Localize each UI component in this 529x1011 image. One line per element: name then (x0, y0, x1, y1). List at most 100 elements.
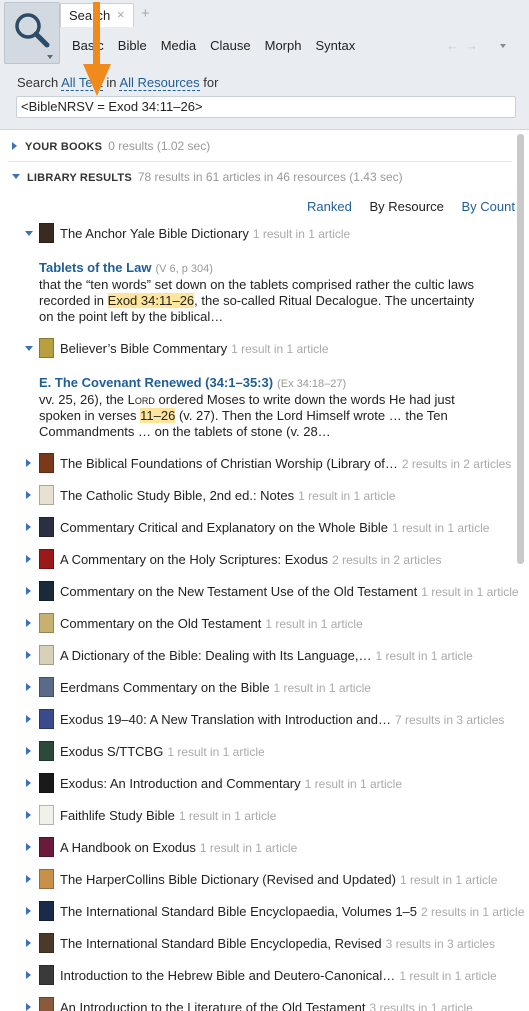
expand-icon[interactable] (26, 619, 31, 627)
search-tool-button[interactable] (4, 2, 60, 64)
scope-resources-link[interactable]: All Resources (119, 75, 200, 91)
resource-title-line: An Introduction to the Literature of the… (60, 1000, 473, 1011)
resource-title[interactable]: Exodus S/TTCBG (60, 744, 163, 759)
close-icon[interactable]: × (117, 7, 125, 22)
resource-row[interactable]: A Commentary on the Holy Scriptures: Exo… (0, 547, 515, 573)
resource-title[interactable]: Eerdmans Commentary on the Bible (60, 680, 270, 695)
book-cover-icon (39, 338, 54, 358)
resource-row[interactable]: Commentary Critical and Explanatory on t… (0, 515, 515, 541)
resource-row[interactable]: The International Standard Bible Encyclo… (0, 931, 515, 957)
add-tab-icon[interactable]: + (141, 5, 150, 22)
result-count: 7 results in 3 articles (394, 713, 505, 727)
expand-icon[interactable] (26, 843, 31, 851)
resource-row[interactable]: The HarperCollins Bible Dictionary (Revi… (0, 867, 515, 893)
snippet-heading-link[interactable]: E. The Covenant Renewed (34:1–35:3) (39, 375, 273, 390)
sort-options: Ranked By Resource By Count (293, 199, 515, 214)
expand-icon[interactable] (26, 939, 31, 947)
resource-title[interactable]: A Commentary on the Holy Scriptures: Exo… (60, 552, 328, 567)
snippet-highlight[interactable]: Exod 34:11–26 (107, 293, 195, 308)
subtab-syntax[interactable]: Syntax (315, 38, 355, 54)
resource-row[interactable]: A Handbook on Exodus 1 result in 1 articl… (0, 835, 515, 861)
resource-row[interactable]: A Dictionary of the Bible: Dealing with … (0, 643, 515, 669)
resource-row[interactable]: The Catholic Study Bible, 2nd ed.: Notes… (0, 483, 515, 509)
collapse-icon[interactable] (25, 346, 33, 351)
history-menu-icon[interactable] (500, 44, 506, 48)
snippet-highlight[interactable]: 11–26 (140, 408, 176, 423)
resource-title[interactable]: The Biblical Foundations of Christian Wo… (60, 456, 398, 471)
expand-icon[interactable] (26, 907, 31, 915)
snippet-heading-link[interactable]: Tablets of the Law (39, 260, 151, 275)
resource-title[interactable]: The HarperCollins Bible Dictionary (Revi… (60, 872, 396, 887)
result-count: 1 result in 1 article (298, 489, 396, 503)
expand-icon[interactable] (26, 811, 31, 819)
resource-row[interactable]: The Biblical Foundations of Christian Wo… (0, 451, 515, 477)
expand-icon[interactable] (26, 875, 31, 883)
expand-icon[interactable] (26, 491, 31, 499)
subtab-bible[interactable]: Bible (118, 38, 147, 54)
resource-row[interactable]: Faithlife Study Bible 1 result in 1 artic… (0, 803, 515, 829)
resource-title[interactable]: The Catholic Study Bible, 2nd ed.: Notes (60, 488, 294, 503)
expand-icon[interactable] (26, 651, 31, 659)
resource-row[interactable]: Eerdmans Commentary on the Bible 1 result… (0, 675, 515, 701)
resource-title[interactable]: A Handbook on Exodus (60, 840, 196, 855)
section-library-results[interactable]: LIBRARY RESULTS 78 results in 61 articles… (12, 170, 403, 188)
expand-icon[interactable] (26, 555, 31, 563)
result-count: 1 result in 1 article (304, 777, 403, 791)
resource-row[interactable]: Commentary on the New Testament Use of t… (0, 579, 519, 605)
resource-row[interactable]: The International Standard Bible Encyclo… (0, 899, 524, 925)
resource-title-line: Exodus S/TTCBG 1 result in 1 article (60, 744, 265, 759)
book-cover-icon (39, 677, 54, 697)
resource-row[interactable]: The Anchor Yale Bible Dictionary 1 result… (0, 221, 515, 247)
snippet-lord: Lord (127, 392, 155, 407)
magnifier-icon (15, 13, 50, 48)
resource-row[interactable]: Believer’s Bible Commentary 1 result in 1… (0, 336, 515, 362)
book-cover-icon (39, 581, 54, 601)
resource-title[interactable]: Commentary Critical and Explanatory on t… (60, 520, 388, 535)
expand-icon[interactable] (26, 747, 31, 755)
expand-icon[interactable] (26, 1003, 31, 1011)
expand-icon[interactable] (26, 587, 31, 595)
sort-ranked-link[interactable]: Ranked (307, 199, 352, 214)
resource-title-line: Exodus: An Introduction and Commentary 1 … (60, 776, 402, 791)
expand-icon[interactable] (26, 715, 31, 723)
resource-title[interactable]: Faithlife Study Bible (60, 808, 175, 823)
resource-title[interactable]: Introduction to the Hebrew Bible and Deu… (60, 968, 395, 983)
book-cover-icon (39, 901, 54, 921)
sort-by-resource-link[interactable]: By Resource (369, 199, 443, 214)
search-scope-line: Search All Text in All Resources for (17, 75, 218, 91)
expand-icon[interactable] (26, 523, 31, 531)
results-scrollbar[interactable] (517, 134, 524, 564)
subtab-morph[interactable]: Morph (265, 38, 302, 54)
resource-title[interactable]: The International Standard Bible Encyclo… (60, 936, 382, 951)
resource-row[interactable]: An Introduction to the Literature of the… (0, 995, 515, 1011)
resource-row[interactable]: Exodus: An Introduction and Commentary 1 … (0, 771, 515, 797)
expand-icon[interactable] (26, 779, 31, 787)
subtab-clause[interactable]: Clause (210, 38, 250, 54)
back-arrow-icon[interactable]: ← (446, 38, 465, 53)
search-query-input[interactable]: <BibleNRSV = Exod 34:11–26> (16, 96, 516, 118)
resource-title[interactable]: Believer’s Bible Commentary (60, 341, 227, 356)
collapse-icon[interactable] (25, 231, 33, 236)
resource-title[interactable]: The Anchor Yale Bible Dictionary (60, 226, 249, 241)
resource-row[interactable]: Exodus S/TTCBG 1 result in 1 article (0, 739, 515, 765)
expand-icon[interactable] (26, 459, 31, 467)
resource-row[interactable]: Commentary on the Old Testament 1 result … (0, 611, 515, 637)
resource-title[interactable]: Commentary on the New Testament Use of t… (60, 584, 417, 599)
resource-title-line: Commentary Critical and Explanatory on t… (60, 520, 489, 535)
subtab-media[interactable]: Media (161, 38, 196, 54)
forward-arrow-icon[interactable]: → (465, 38, 484, 53)
resource-title[interactable]: The International Standard Bible Encyclo… (60, 904, 417, 919)
result-count: 1 result in 1 article (375, 649, 473, 663)
resource-title[interactable]: A Dictionary of the Bible: Dealing with … (60, 648, 371, 663)
resource-row[interactable]: Exodus 19–40: A New Translation with Int… (0, 707, 515, 733)
resource-title[interactable]: Exodus 19–40: A New Translation with Int… (60, 712, 391, 727)
resource-title[interactable]: Commentary on the Old Testament (60, 616, 261, 631)
resource-title[interactable]: Exodus: An Introduction and Commentary (60, 776, 301, 791)
resource-title[interactable]: An Introduction to the Literature of the… (60, 1000, 365, 1011)
expand-icon[interactable] (26, 683, 31, 691)
sort-by-count-link[interactable]: By Count (462, 199, 515, 214)
resource-row[interactable]: Introduction to the Hebrew Bible and Deu… (0, 963, 515, 989)
book-cover-icon (39, 709, 54, 729)
expand-icon[interactable] (26, 971, 31, 979)
section-your-books[interactable]: YOUR BOOKS 0 results (1.02 sec) (12, 139, 210, 157)
